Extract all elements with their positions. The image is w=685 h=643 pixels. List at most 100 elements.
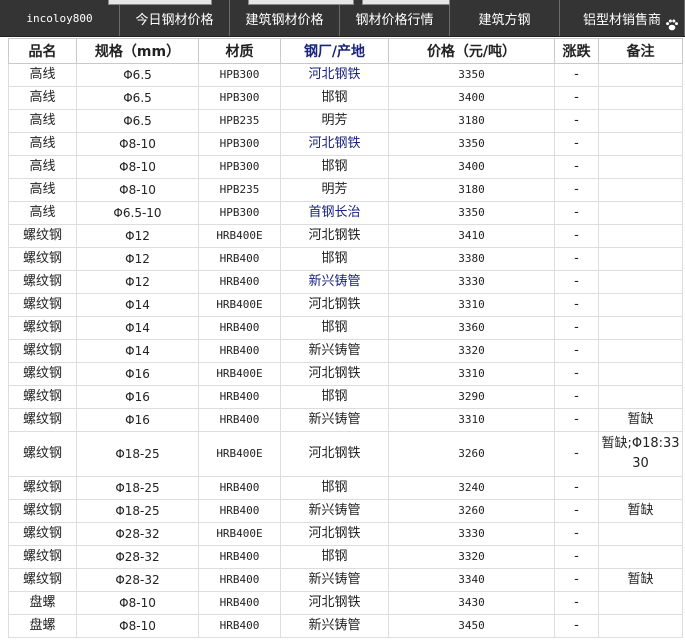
cell-mill: 河北钢铁 (280, 431, 389, 477)
cell-mill: 河北钢铁 (280, 293, 389, 317)
cell-product-name: 高线 (8, 155, 77, 179)
table-row: 高线 Φ8-10 HPB300 河北钢铁 3350- (8, 132, 683, 156)
cell-product-name: 螺纹钢 (8, 476, 77, 500)
cell-product-name: 高线 (8, 132, 77, 156)
cell-change: - (554, 293, 599, 317)
cell-mill[interactable]: 首钢长治 (280, 201, 389, 225)
cell-grade: HRB400E (198, 293, 281, 317)
cell-change: - (554, 339, 599, 363)
col-header-spec: 规格（mm） (76, 38, 199, 64)
cell-change: - (554, 476, 599, 500)
table-row: 螺纹钢 Φ16 HRB400 邯钢 3290- (8, 385, 683, 409)
cell-spec: Φ8-10 (76, 155, 199, 179)
cell-mill: 邯钢 (280, 247, 389, 271)
cell-spec: Φ14 (76, 339, 199, 363)
cell-note (598, 109, 683, 133)
cell-spec: Φ16 (76, 408, 199, 432)
cell-note (598, 270, 683, 294)
cell-note (598, 476, 683, 500)
cell-note (598, 247, 683, 271)
cell-change: - (554, 316, 599, 340)
cell-change: - (554, 109, 599, 133)
cell-mill[interactable]: 河北钢铁 (280, 132, 389, 156)
cell-spec: Φ18-25 (76, 476, 199, 500)
cell-spec: Φ12 (76, 270, 199, 294)
paw-icon (666, 19, 678, 31)
cell-spec: Φ12 (76, 247, 199, 271)
cell-product-name: 高线 (8, 63, 77, 87)
cell-product-name: 高线 (8, 109, 77, 133)
cell-price: 3320 (388, 545, 555, 569)
cell-change: - (554, 385, 599, 409)
cell-spec: Φ6.5 (76, 63, 199, 87)
cell-mill: 河北钢铁 (280, 224, 389, 248)
cell-mill: 邯钢 (280, 155, 389, 179)
cell-mill: 邯钢 (280, 385, 389, 409)
cell-spec: Φ14 (76, 316, 199, 340)
cell-grade: HRB400E (198, 522, 281, 546)
table-row: 高线 Φ8-10 HPB235 明芳 3180- (8, 178, 683, 202)
nav-link-incoloy800[interactable]: incoloy800 (0, 0, 120, 36)
cell-price: 3350 (388, 132, 555, 156)
table-row: 螺纹钢 Φ18-25 HRB400E 河北钢铁 3260- 暂缺;Φ18:3330 (8, 431, 683, 477)
cell-spec: Φ12 (76, 224, 199, 248)
cell-change: - (554, 86, 599, 110)
table-row: 盘螺 Φ8-10 HRB400 河北钢铁 3430- (8, 591, 683, 615)
cell-mill: 新兴铸管 (280, 408, 389, 432)
cell-mill[interactable]: 河北钢铁 (280, 63, 389, 87)
cell-mill: 明芳 (280, 178, 389, 202)
cell-spec: Φ28-32 (76, 545, 199, 569)
cell-note (598, 545, 683, 569)
cell-price: 3320 (388, 339, 555, 363)
cell-change: - (554, 362, 599, 386)
cell-grade: HRB400 (198, 499, 281, 523)
cell-price: 3260 (388, 499, 555, 523)
cell-note (598, 591, 683, 615)
cell-spec: Φ14 (76, 293, 199, 317)
table-row: 螺纹钢 Φ14 HRB400 邯钢 3360- (8, 316, 683, 340)
cell-price: 3400 (388, 86, 555, 110)
cell-price: 3450 (388, 614, 555, 638)
table-row: 螺纹钢 Φ28-32 HRB400 新兴铸管 3340- 暂缺 (8, 568, 683, 592)
nav-link-steel-price-market[interactable]: 钢材价格行情 (340, 0, 450, 36)
table-row: 螺纹钢 Φ14 HRB400E 河北钢铁 3310- (8, 293, 683, 317)
cell-price: 3360 (388, 316, 555, 340)
cell-grade: HRB400 (198, 339, 281, 363)
cell-change: - (554, 522, 599, 546)
col-header-price: 价格（元/吨） (388, 38, 555, 64)
cell-note (598, 155, 683, 179)
cell-change: - (554, 201, 599, 225)
cell-note (598, 132, 683, 156)
table-header-row: 品名 规格（mm） 材质 钢厂/产地 价格（元/吨） 涨跌 备注 (8, 38, 683, 64)
nav-link-today-steel-price[interactable]: 今日钢材价格 (120, 0, 230, 36)
cell-mill: 河北钢铁 (280, 591, 389, 615)
col-header-name: 品名 (8, 38, 77, 64)
col-header-mill[interactable]: 钢厂/产地 (280, 38, 389, 64)
col-header-grade: 材质 (198, 38, 281, 64)
cell-grade: HPB300 (198, 132, 281, 156)
cell-price: 3310 (388, 293, 555, 317)
cell-mill: 邯钢 (280, 86, 389, 110)
cell-change: - (554, 614, 599, 638)
cell-price: 3380 (388, 247, 555, 271)
cell-mill[interactable]: 新兴铸管 (280, 270, 389, 294)
cell-change: - (554, 270, 599, 294)
cell-price: 3240 (388, 476, 555, 500)
cell-product-name: 螺纹钢 (8, 270, 77, 294)
cell-price: 3350 (388, 63, 555, 87)
cell-grade: HRB400 (198, 591, 281, 615)
table-row: 高线 Φ6.5-10 HPB300 首钢长治 3350- (8, 201, 683, 225)
cell-spec: Φ6.5 (76, 86, 199, 110)
cell-note: 暂缺;Φ18:3330 (598, 431, 683, 477)
cell-product-name: 高线 (8, 201, 77, 225)
cell-spec: Φ6.5 (76, 109, 199, 133)
top-nav-bar: incoloy800 今日钢材价格 建筑钢材价格 钢材价格行情 建筑方钢 铝型材… (0, 0, 685, 37)
nav-link-construction-steel-price[interactable]: 建筑钢材价格 (230, 0, 340, 36)
cell-note (598, 178, 683, 202)
cell-spec: Φ8-10 (76, 132, 199, 156)
nav-link-square-steel[interactable]: 建筑方钢 (450, 0, 560, 36)
cell-product-name: 螺纹钢 (8, 431, 77, 477)
cell-mill: 邯钢 (280, 316, 389, 340)
cell-spec: Φ28-32 (76, 522, 199, 546)
cell-note: 暂缺 (598, 568, 683, 592)
